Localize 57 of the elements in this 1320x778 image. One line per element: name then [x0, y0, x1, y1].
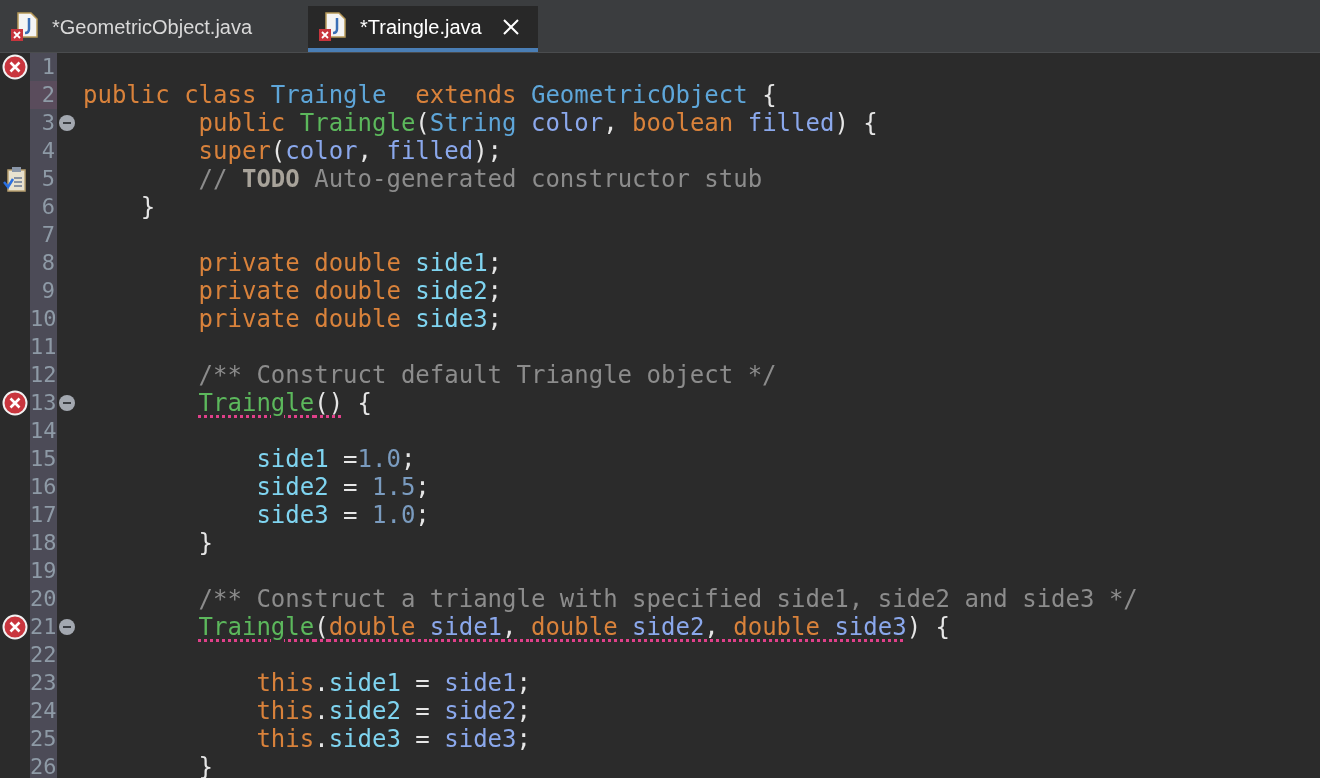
code-line: this.side1 = side1;	[255, 669, 531, 697]
error-icon	[2, 54, 28, 80]
error-icon	[2, 390, 28, 416]
line-number: 19	[30, 557, 57, 585]
code-line: side1 =1.0;	[255, 445, 416, 473]
code-line: // TODO Auto-generated constructor stub	[197, 165, 763, 193]
line-number: 17	[30, 501, 57, 529]
code-line: this.side3 = side3;	[255, 725, 531, 753]
line-number: 8	[30, 249, 57, 277]
collapse-icon[interactable]	[58, 618, 76, 636]
editor-tab[interactable]: *Traingle.java	[308, 6, 538, 52]
line-number: 18	[30, 529, 57, 557]
line-number: 20	[30, 585, 57, 613]
line-number: 13	[30, 389, 57, 417]
editor-tab[interactable]: *GeometricObject.java	[0, 6, 269, 52]
code-line: public Traingle(String color, boolean filled) {	[197, 109, 878, 137]
line-number: 11	[30, 333, 57, 361]
line-number: 10	[30, 305, 57, 333]
code-line: /** Construct default Triangle object */	[197, 361, 777, 389]
line-number: 9	[30, 277, 57, 305]
line-number: 12	[30, 361, 57, 389]
code-line: Traingle(double side1, double side2, double side3) {	[197, 613, 951, 641]
line-number: 1	[30, 53, 57, 81]
line-number: 21	[30, 613, 57, 641]
code-line: }	[197, 529, 214, 557]
line-number: 26	[30, 753, 57, 778]
line-number: 16	[30, 473, 57, 501]
code-line: public class Traingle extends GeometricObject {	[82, 81, 777, 109]
code-line: private double side3;	[197, 305, 503, 333]
line-number: 15	[30, 445, 57, 473]
code-line: side3 = 1.0;	[255, 501, 430, 529]
collapse-icon[interactable]	[58, 114, 76, 132]
line-number: 24	[30, 697, 57, 725]
code-line: super(color, filled);	[197, 137, 503, 165]
line-number: 5	[30, 165, 57, 193]
line-number: 14	[30, 417, 57, 445]
code-line: this.side2 = side2;	[255, 697, 531, 725]
error-icon	[2, 614, 28, 640]
line-number: 25	[30, 725, 57, 753]
code-line: Traingle() {	[197, 389, 372, 417]
code-line: }	[139, 193, 156, 221]
java-file-error-icon	[10, 11, 40, 43]
line-number: 22	[30, 641, 57, 669]
code-line: side2 = 1.5;	[255, 473, 430, 501]
code-line: private double side1;	[197, 249, 503, 277]
code-line: private double side2;	[197, 277, 503, 305]
code-line: }	[197, 753, 214, 778]
code-line: /** Construct a triangle with specified side1, side2 and side3 */	[197, 585, 1138, 613]
task-clipboard-icon	[3, 166, 27, 192]
line-number: 7	[30, 221, 57, 249]
collapse-icon[interactable]	[58, 394, 76, 412]
line-number: 2	[30, 81, 57, 109]
line-number: 6	[30, 193, 57, 221]
line-number: 3	[30, 109, 57, 137]
line-number: 23	[30, 669, 57, 697]
line-number: 4	[30, 137, 57, 165]
java-file-error-icon	[318, 11, 349, 43]
